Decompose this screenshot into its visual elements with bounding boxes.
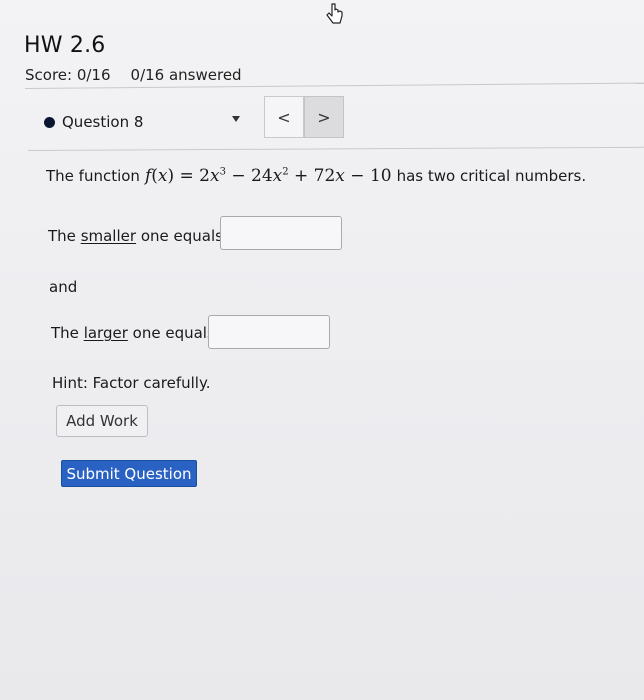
question-selector-label: Question 8 [62,113,144,131]
score-text: Score: 0/16 [25,66,111,84]
previous-question-button[interactable]: < [264,96,304,138]
problem-intro: The function [46,167,140,185]
larger-word: larger [83,324,128,342]
answered-text: 0/16 answered [130,66,242,84]
and-label: and [49,278,78,296]
submit-question-button[interactable]: Submit Question [61,460,197,487]
larger-label: The larger one equals [51,324,215,342]
smaller-label: The smaller one equals [48,227,223,245]
smaller-answer-input[interactable] [220,216,342,250]
add-work-button[interactable]: Add Work [56,405,148,437]
smaller-word: smaller [80,227,137,245]
screen: HW 2.6 Score: 0/16 0/16 answered Questio… [0,0,644,700]
next-question-button[interactable]: > [304,96,344,138]
assignment-title: HW 2.6 [24,33,106,58]
problem-outro: has two critical numbers. [396,167,587,185]
problem-statement: The function f(x) = 2x3 − 24x2 + 72x − 1… [46,166,586,186]
score-row: Score: 0/16 0/16 answered [25,66,242,84]
hint-text: Hint: Factor carefully. [52,374,211,392]
caret-down-icon [232,116,240,122]
function-formula: f(x) = 2x3 − 24x2 + 72x − 10 [144,166,392,186]
question-selector[interactable]: Question 8 [28,98,254,146]
larger-answer-input[interactable] [208,315,330,349]
mouse-cursor-icon [326,3,343,24]
question-divider [27,146,644,151]
question-status-dot-icon [44,116,55,128]
